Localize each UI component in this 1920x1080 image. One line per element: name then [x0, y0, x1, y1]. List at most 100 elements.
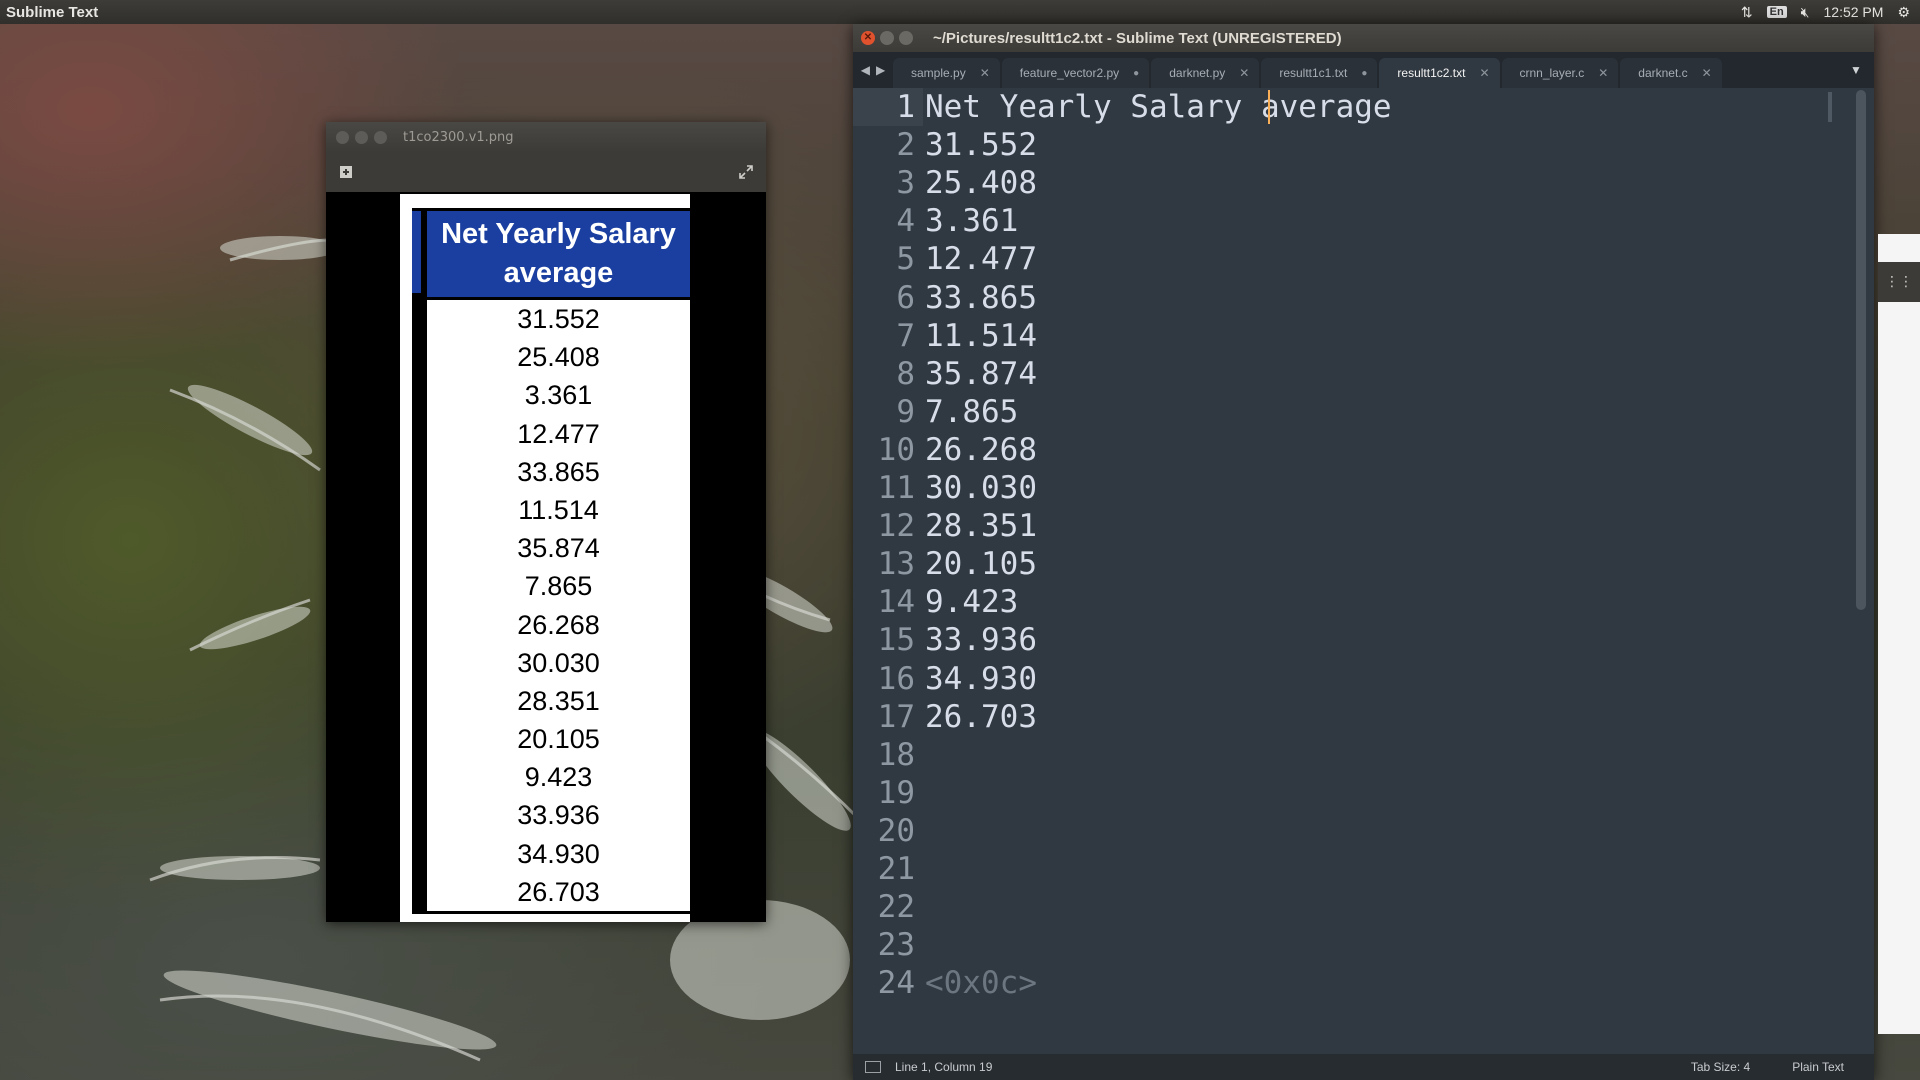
top-panel: Sublime Text ⇅ En 🔇︎ 12:52 PM ⚙ — [0, 0, 1920, 24]
line-number: 19 — [877, 774, 915, 811]
grid-icon[interactable]: ⋮⋮ — [1878, 262, 1920, 302]
line-number: 16 — [877, 660, 915, 697]
table-row: 33.936 — [517, 800, 600, 831]
table-row: 7.865 — [524, 571, 593, 602]
table-row: 3.361 — [524, 380, 593, 411]
close-icon[interactable]: ✕ — [1598, 66, 1608, 80]
table-row: 12.477 — [517, 418, 600, 449]
minimize-icon[interactable] — [355, 130, 368, 144]
tab-label: darknet.py — [1169, 66, 1226, 80]
code-line[interactable]: 31.552 — [925, 126, 1037, 164]
tab-darknet-c[interactable]: darknet.c ✕ — [1620, 58, 1722, 88]
tab-darknet-py[interactable]: darknet.py ✕ — [1151, 58, 1260, 88]
tab-resultt1c1-txt[interactable]: resultt1c1.txt ● — [1261, 58, 1378, 88]
line-number-gutter: 1 2 3 4 5 6 7 8 9 10 11 12 13 14 15 16 17 18 19 20 21 22 23 24 — [853, 88, 915, 1054]
tab-label: resultt1c1.txt — [1279, 66, 1348, 80]
line-number: 2 — [896, 127, 915, 164]
tab-feature-vector2-py[interactable]: feature_vector2.py ● — [1001, 58, 1150, 88]
minimap-viewport[interactable] — [1828, 92, 1832, 122]
table-left-band — [412, 211, 421, 293]
tab-label: crnn_layer.c — [1519, 66, 1585, 80]
code-line[interactable]: 26.268 — [925, 431, 1037, 469]
code-line[interactable]: 26.703 — [925, 698, 1037, 736]
maximize-icon[interactable] — [374, 130, 387, 144]
editor-area[interactable]: 1 2 3 4 5 6 7 8 9 10 11 12 13 14 15 16 17 18 19 20 21 22 23 24 … — [853, 88, 1874, 1054]
line-number: 13 — [877, 546, 915, 583]
line-number: 24 — [877, 965, 915, 1002]
table-row: 25.408 — [517, 342, 600, 373]
line-number: 6 — [896, 279, 915, 316]
line-number: 14 — [877, 584, 915, 621]
tab-sample-py[interactable]: sample.py ✕ — [893, 58, 1000, 88]
code-line[interactable]: 34.930 — [925, 660, 1037, 698]
keyboard-icon[interactable]: En — [1766, 6, 1787, 18]
code-line[interactable]: 7.865 — [925, 393, 1018, 431]
close-icon[interactable]: ✕ — [980, 66, 990, 80]
maximize-icon[interactable] — [899, 31, 913, 45]
tab-resultt1c2-txt[interactable]: resultt1c2.txt ✕ — [1379, 58, 1500, 88]
code-line[interactable]: 28.351 — [925, 507, 1037, 545]
network-icon[interactable]: ⇅ — [1741, 4, 1753, 21]
line-number: 10 — [877, 431, 915, 468]
add-icon[interactable] — [336, 162, 356, 182]
unsaved-dot-icon[interactable]: ● — [1133, 68, 1139, 79]
line-number: 23 — [877, 927, 915, 964]
close-icon[interactable] — [336, 130, 349, 144]
code-line[interactable]: 9.423 — [925, 583, 1018, 621]
tab-label: darknet.c — [1638, 66, 1688, 80]
code-line[interactable]: 3.361 — [925, 202, 1018, 240]
code-line[interactable]: 11.514 — [925, 317, 1037, 355]
code-line[interactable]: <0x0c> — [925, 964, 1037, 1002]
tab-size-selector[interactable]: Tab Size: 4 — [1691, 1060, 1750, 1074]
tab-label: sample.py — [911, 66, 966, 80]
code-line[interactable]: 35.874 — [925, 355, 1037, 393]
image-canvas: Net Yearly Salary average 31.552 25.408 3.… — [326, 192, 766, 922]
settings-gear-icon[interactable]: ⚙ — [1897, 4, 1910, 21]
code-line[interactable]: 12.477 — [925, 240, 1037, 278]
code-line[interactable]: 30.030 — [925, 469, 1037, 507]
syntax-selector[interactable]: Plain Text — [1792, 1060, 1844, 1074]
unsaved-dot-icon[interactable]: ● — [1361, 68, 1367, 79]
line-number: 18 — [877, 736, 915, 773]
image-viewer-titlebar[interactable]: t1co2300.v1.png — [326, 122, 766, 152]
close-icon[interactable]: ✕ — [1479, 66, 1489, 80]
line-number: 3 — [896, 165, 915, 202]
background-window-edge: ⋮⋮ — [1878, 234, 1920, 1034]
table-row: 26.703 — [517, 876, 600, 907]
code-line[interactable]: 25.408 — [925, 164, 1037, 202]
tab-next-icon[interactable]: ▶ — [876, 63, 885, 77]
panel-toggle-icon[interactable] — [865, 1061, 881, 1073]
cursor-position: Line 1, Column 19 — [895, 1060, 993, 1074]
code-line[interactable]: 20.105 — [925, 545, 1037, 583]
tab-crnn-layer-c[interactable]: crnn_layer.c ✕ — [1501, 58, 1619, 88]
minimize-icon[interactable] — [880, 31, 894, 45]
line-number: 4 — [896, 203, 915, 240]
volume-muted-icon[interactable]: 🔇︎ — [1801, 4, 1810, 21]
tab-navigation: ◀ ▶ — [853, 52, 893, 88]
line-number: 1 — [896, 89, 915, 125]
vertical-scrollbar[interactable] — [1856, 90, 1866, 610]
line-number: 15 — [877, 622, 915, 659]
table-row: 28.351 — [517, 685, 600, 716]
code-line[interactable]: 33.865 — [925, 279, 1037, 317]
fullscreen-icon[interactable] — [736, 162, 756, 182]
clock[interactable]: 12:52 PM — [1824, 4, 1884, 20]
indicator-area: ⇅ En 🔇︎ 12:52 PM ⚙ — [1741, 4, 1920, 21]
table-body: 31.552 25.408 3.361 12.477 33.865 11.514 35.87… — [427, 300, 690, 911]
line-number: 20 — [877, 812, 915, 849]
close-icon[interactable]: ✕ — [861, 31, 875, 45]
tab-prev-icon[interactable]: ◀ — [861, 63, 870, 77]
image-viewer-window: t1co2300.v1.png Net Yearly Salary averag… — [326, 122, 766, 922]
tab-label: resultt1c2.txt — [1397, 66, 1466, 80]
code-line[interactable]: 33.936 — [925, 621, 1037, 659]
line-number: 17 — [877, 698, 915, 735]
line-number: 21 — [877, 851, 915, 887]
table-row: 31.552 — [517, 304, 600, 334]
close-icon[interactable]: ✕ — [1702, 66, 1712, 80]
code-line[interactable]: Net Yearly Salary average — [925, 88, 1392, 126]
line-number: 7 — [896, 317, 915, 354]
sublime-titlebar[interactable]: ✕ ~/Pictures/resultt1c2.txt - Sublime Te… — [853, 24, 1874, 52]
close-icon[interactable]: ✕ — [1239, 66, 1249, 80]
status-bar: Line 1, Column 19 Tab Size: 4 Plain Text — [853, 1054, 1874, 1080]
tab-overflow-icon[interactable]: ▼ — [1838, 52, 1874, 88]
